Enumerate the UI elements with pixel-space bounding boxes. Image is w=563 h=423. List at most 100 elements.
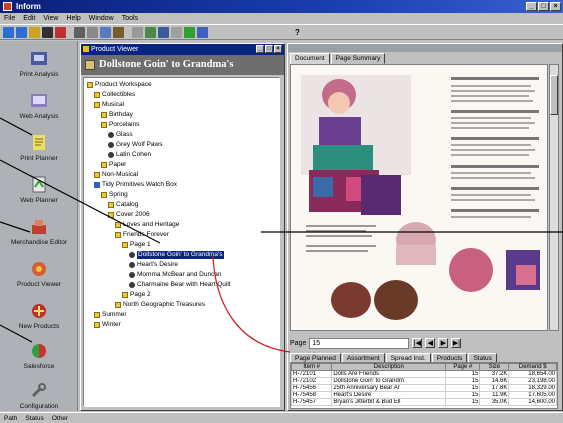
menu-help[interactable]: Help (66, 13, 80, 24)
table-cell: 14,600.00 (508, 398, 557, 406)
tree-item[interactable]: Product Workspace (87, 81, 152, 89)
tree-item[interactable]: Friends Forever (115, 231, 169, 239)
print-icon[interactable] (74, 26, 85, 38)
menu-view[interactable]: View (43, 13, 58, 24)
help-icon[interactable]: ? (292, 27, 303, 38)
product-viewer-window: Product Viewer _ □ × Dollstone Goin' to … (80, 43, 285, 411)
tree-item[interactable]: North Geographic Treasures (115, 301, 205, 309)
tree-item[interactable]: Birthday (101, 111, 133, 119)
prev-page-button[interactable]: ◀ (425, 338, 436, 348)
tree-item[interactable]: Non-Musical (94, 171, 138, 179)
table-cell: H-75456 (291, 384, 333, 392)
tree-item-label: North Geographic Treasures (123, 301, 206, 308)
pv-close-button[interactable]: × (274, 45, 282, 53)
status-bar: Path Status Other (0, 412, 563, 423)
tree-item[interactable]: Page 1 (122, 241, 151, 249)
save-icon[interactable] (42, 26, 53, 38)
sidebar-item-web-planner[interactable]: Web Planner (0, 175, 78, 204)
grid-icon[interactable] (197, 26, 208, 38)
folder-icon (115, 232, 121, 238)
tree-item[interactable]: Winter (94, 321, 121, 329)
column-header[interactable]: Page # (445, 363, 481, 371)
tree-item[interactable]: Grey Wolf Paws (108, 141, 162, 149)
maximize-button[interactable]: □ (538, 2, 549, 11)
pv-maximize-button[interactable]: □ (265, 45, 273, 53)
pv-minimize-button[interactable]: _ (256, 45, 264, 53)
column-header[interactable]: Item # (291, 363, 333, 371)
tab-document[interactable]: Document (290, 53, 330, 64)
status-status: Status (25, 415, 44, 422)
tree-item[interactable]: Charmaine Bear with Heart Quilt (129, 281, 231, 289)
tree-item[interactable]: Paper (101, 161, 126, 169)
tree-item[interactable]: Cover 2006 (108, 211, 150, 219)
tree-item[interactable]: Summer (94, 311, 127, 319)
cut-icon[interactable] (87, 26, 98, 38)
tree-item[interactable]: Porcelains (101, 121, 139, 129)
sidebar-item-salesforce[interactable]: Salesforce (0, 341, 78, 370)
paste-icon[interactable] (113, 26, 124, 38)
sidebar-item-print-analysis[interactable]: Print Analysis (0, 49, 78, 78)
tree-item-label: Tidy Primitives Watch Box (102, 181, 178, 188)
tree-item[interactable]: Heart's Desire (129, 261, 178, 269)
sidebar-item-web-analysis[interactable]: Web Analysis (0, 91, 78, 120)
sidebar-item-print-planner[interactable]: Print Planner (0, 133, 78, 162)
first-page-button[interactable]: |◀ (412, 338, 423, 348)
next-page-button[interactable]: ▶ (438, 338, 449, 348)
folder-icon (94, 102, 100, 108)
menu-edit[interactable]: Edit (23, 13, 35, 24)
column-header[interactable]: Size (479, 363, 510, 371)
back-icon[interactable] (3, 26, 14, 38)
tree-item[interactable]: Momma McBear and Duncan (129, 271, 222, 279)
status-other: Other (51, 415, 69, 422)
table-cell: 17,605.00 (508, 391, 557, 399)
close-button[interactable]: × (550, 2, 561, 11)
product-tree: Product Workspace Collectibles Musical Birt… (83, 77, 280, 407)
column-header[interactable]: Description (331, 363, 447, 371)
sidebar-item-new-products[interactable]: New Products (0, 301, 78, 330)
forward-icon[interactable] (16, 26, 27, 38)
tree-item[interactable]: Dollstone Goin' to Grandma's (129, 251, 224, 259)
tree-item[interactable]: Musical (94, 101, 124, 109)
sidebar-item-merchandise-editor[interactable]: Merchandise Editor (0, 217, 78, 246)
tree-item[interactable]: Loves and Heritage (115, 221, 179, 229)
minimize-button[interactable]: _ (526, 2, 537, 11)
undo-icon[interactable] (132, 26, 143, 38)
tree-item[interactable]: Collectibles (94, 91, 135, 99)
menu-tools[interactable]: Tools (122, 13, 138, 24)
product-header: Dollstone Goin' to Grandma's (81, 55, 284, 75)
tree-item[interactable]: Catalog (108, 201, 138, 209)
tree-item-label: Summer (102, 311, 127, 318)
tree-item[interactable]: Latin Cohen (108, 151, 151, 159)
table-row[interactable]: H-75456 25th Anniversary Bear Ar 15 17.8… (291, 384, 557, 392)
tree-item[interactable]: Spring (101, 191, 128, 199)
refresh-icon[interactable] (145, 26, 156, 38)
table-cell: 35.0K (479, 398, 510, 406)
sidebar-item-configuration[interactable]: Configuration (0, 381, 78, 410)
menu-window[interactable]: Window (89, 13, 114, 24)
table-row[interactable]: H-75458 Heart's Desire 15 11.9K 17,605.0… (291, 391, 557, 399)
open-icon[interactable] (29, 26, 40, 38)
table-row[interactable]: H-72101 Dolls Are Friends 15 37.2K 18,65… (291, 370, 557, 378)
menu-file[interactable]: File (4, 13, 15, 24)
table-row[interactable]: H-72102 Dollstone Goin' to Grandm 15 14.… (291, 377, 557, 385)
tree-item[interactable]: Page 2 (122, 291, 151, 299)
chart-icon[interactable] (184, 26, 195, 38)
preview-vertical-scrollbar[interactable] (549, 64, 559, 331)
find-icon[interactable] (158, 26, 169, 38)
page-number-field[interactable]: 15 (309, 337, 410, 349)
table-cell: 23,198.00 (508, 377, 557, 385)
tree-item-label: Porcelains (109, 121, 140, 128)
tree-item[interactable]: Glass (108, 131, 133, 139)
zoom-icon[interactable] (171, 26, 182, 38)
table-row[interactable]: H-75457 Bryan's Jitterbit & Bud Ell 15 3… (291, 398, 557, 406)
tree-item-label: Cover 2006 (116, 211, 150, 218)
sidebar-item-product-viewer[interactable]: Product Viewer (0, 259, 78, 288)
stop-icon[interactable] (55, 26, 66, 38)
copy-icon[interactable] (100, 26, 111, 38)
last-page-button[interactable]: ▶| (451, 338, 462, 348)
book-icon (94, 182, 100, 188)
tree-item[interactable]: Tidy Primitives Watch Box (94, 181, 177, 189)
column-header[interactable]: Demand $ (508, 363, 557, 371)
tab-page-summary[interactable]: Page Summary (330, 53, 386, 64)
scroll-thumb[interactable] (550, 75, 558, 115)
